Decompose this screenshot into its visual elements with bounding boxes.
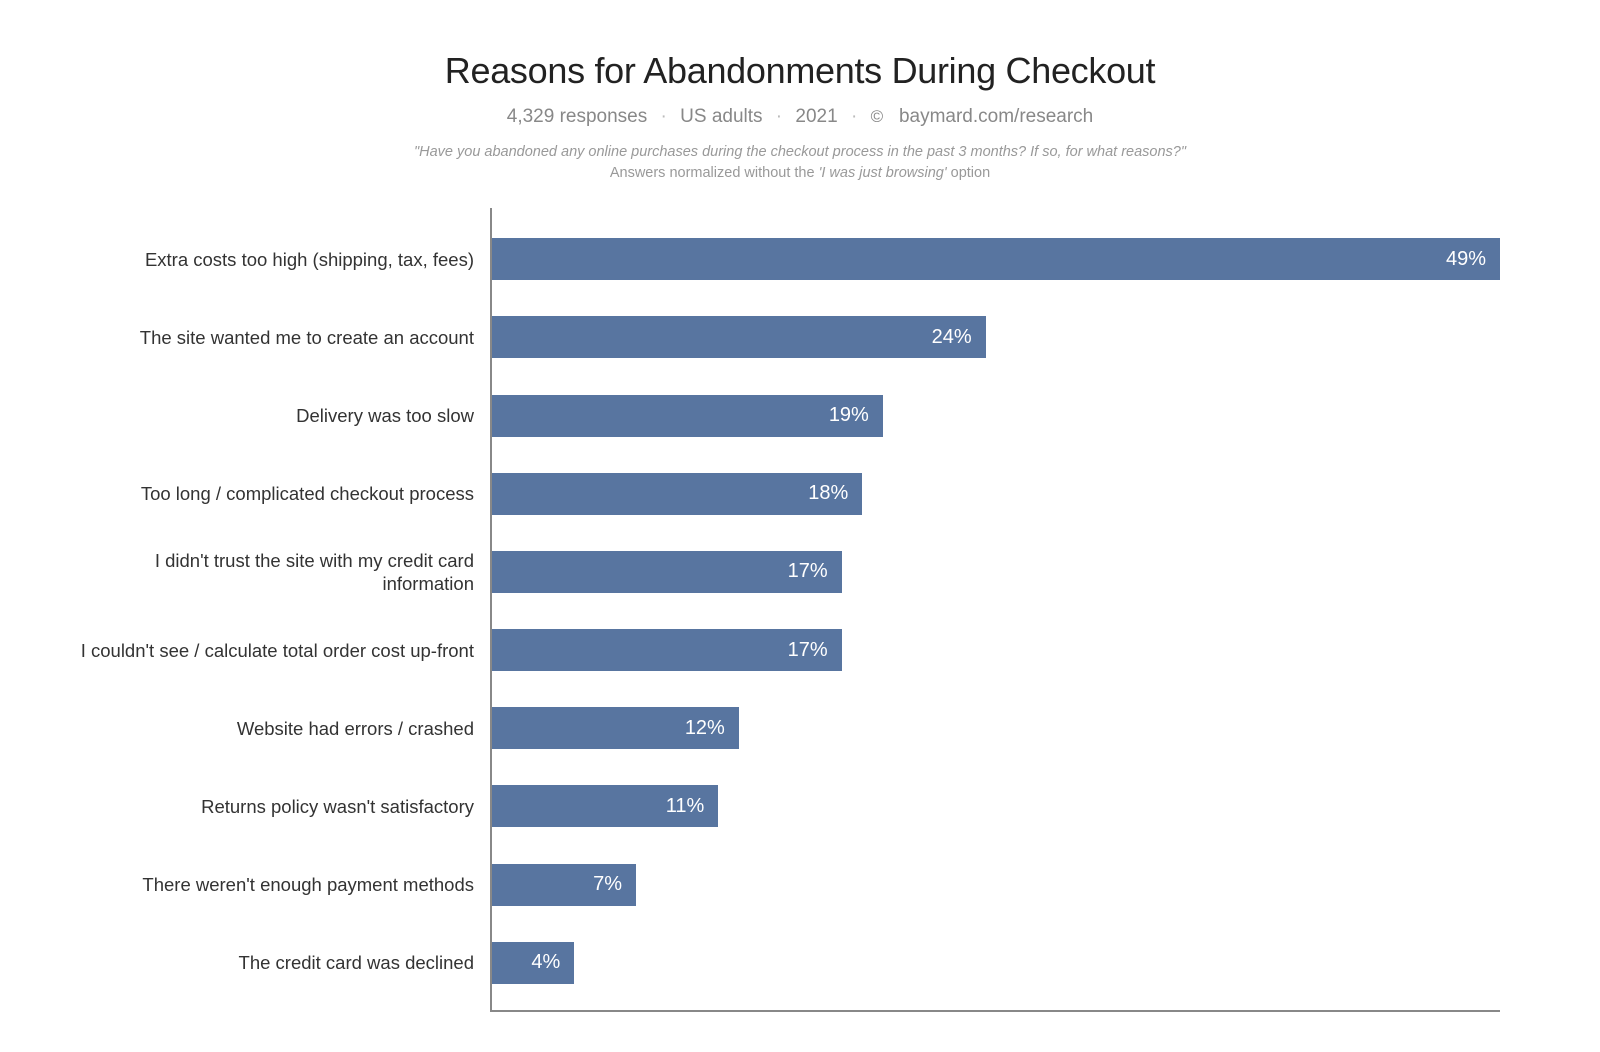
bar-value-label: 11% xyxy=(666,795,705,818)
chart-plot-area: Extra costs too high (shipping, tax, fee… xyxy=(490,208,1500,1012)
separator-dot: · xyxy=(661,106,667,127)
bar-value-label: 4% xyxy=(531,951,560,974)
bar-value-label: 49% xyxy=(1446,248,1486,271)
bar-category-label: There weren't enough payment methods xyxy=(62,873,492,896)
bar-value-label: 7% xyxy=(593,873,622,896)
bar-value-label: 17% xyxy=(788,560,828,583)
bar: 17% xyxy=(492,629,842,671)
bar-value-label: 24% xyxy=(932,326,972,349)
subtitle-responses: 4,329 responses xyxy=(507,106,648,127)
separator-dot: · xyxy=(776,106,782,127)
bar-category-label: Extra costs too high (shipping, tax, fee… xyxy=(62,248,492,271)
bar-value-label: 12% xyxy=(685,717,725,740)
bar-category-label: I didn't trust the site with my credit c… xyxy=(62,549,492,595)
bar-category-label: Too long / complicated checkout process xyxy=(62,482,492,505)
note-question: "Have you abandoned any online purchases… xyxy=(414,144,1186,160)
note-normalized-prefix: Answers normalized without the xyxy=(610,165,819,181)
subtitle-year: 2021 xyxy=(795,106,837,127)
subtitle-audience: US adults xyxy=(680,106,762,127)
bar-category-label: The credit card was declined xyxy=(62,951,492,974)
bar: 4% xyxy=(492,942,574,984)
bar-category-label: The site wanted me to create an account xyxy=(62,326,492,349)
chart-subtitle: 4,329 responses · US adults · 2021 · © b… xyxy=(60,106,1540,128)
note-normalized-italic: 'I was just browsing' xyxy=(819,165,947,181)
bar: 7% xyxy=(492,864,636,906)
chart-note: "Have you abandoned any online purchases… xyxy=(60,142,1540,184)
bar: 18% xyxy=(492,473,862,515)
bar: 11% xyxy=(492,785,718,827)
bar: 17% xyxy=(492,551,842,593)
bar-row: Website had errors / crashed12% xyxy=(492,700,1500,756)
bar: 49% xyxy=(492,238,1500,280)
bar: 12% xyxy=(492,707,739,749)
bar-row: Too long / complicated checkout process1… xyxy=(492,466,1500,522)
bar-row: Extra costs too high (shipping, tax, fee… xyxy=(492,231,1500,287)
bar-category-label: Delivery was too slow xyxy=(62,404,492,427)
bar-value-label: 19% xyxy=(829,404,869,427)
bar-value-label: 17% xyxy=(788,639,828,662)
bar-row: There weren't enough payment methods7% xyxy=(492,857,1500,913)
bar: 19% xyxy=(492,395,883,437)
bar-row: I didn't trust the site with my credit c… xyxy=(492,544,1500,600)
bar-category-label: Website had errors / crashed xyxy=(62,717,492,740)
bar-row: The site wanted me to create an account2… xyxy=(492,309,1500,365)
bar-category-label: I couldn't see / calculate total order c… xyxy=(62,639,492,662)
bar-row: I couldn't see / calculate total order c… xyxy=(492,622,1500,678)
subtitle-source: baymard.com/research xyxy=(899,106,1093,127)
chart-container: Reasons for Abandonments During Checkout… xyxy=(60,50,1540,1012)
bar-row: Delivery was too slow19% xyxy=(492,388,1500,444)
chart-title: Reasons for Abandonments During Checkout xyxy=(60,50,1540,92)
bar-category-label: Returns policy wasn't satisfactory xyxy=(62,795,492,818)
copyright-icon: © xyxy=(871,107,884,126)
note-normalized-suffix: option xyxy=(947,165,991,181)
bar-value-label: 18% xyxy=(808,482,848,505)
bar-row: The credit card was declined4% xyxy=(492,935,1500,991)
bar-row: Returns policy wasn't satisfactory11% xyxy=(492,778,1500,834)
bar: 24% xyxy=(492,316,986,358)
separator-dot: · xyxy=(851,106,857,127)
